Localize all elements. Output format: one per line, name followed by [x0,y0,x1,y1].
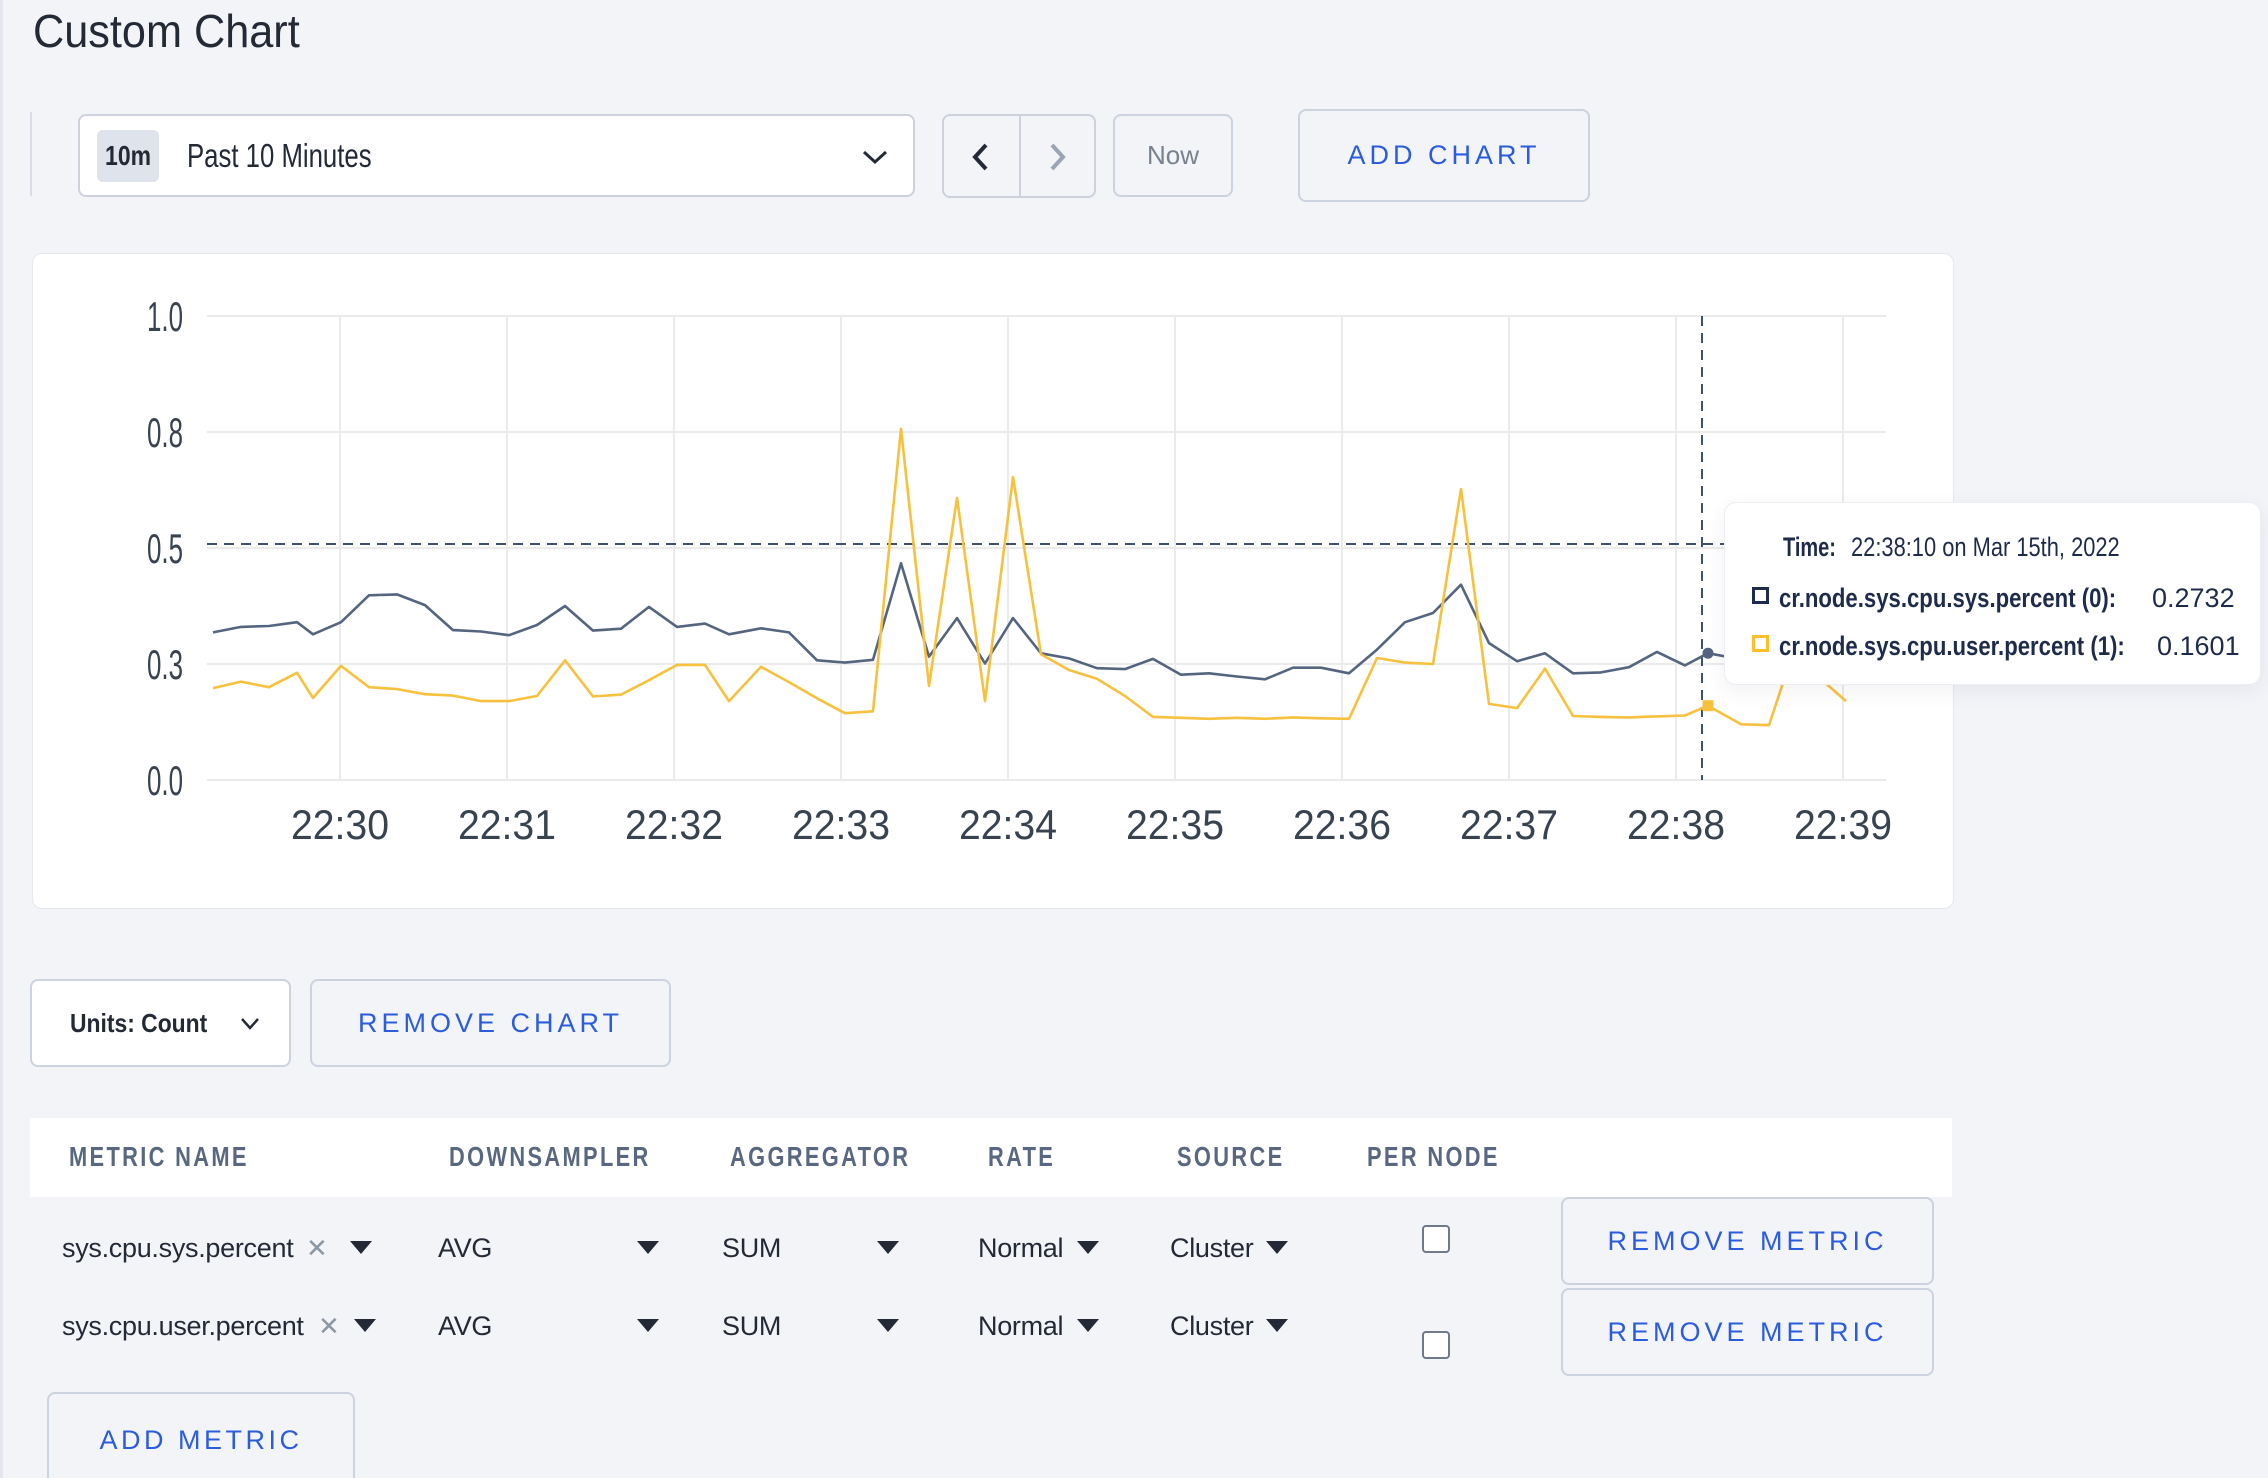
svg-text:22:30: 22:30 [291,801,389,848]
svg-text:1.0: 1.0 [147,293,183,340]
svg-text:22:35: 22:35 [1126,801,1224,848]
svg-text:0.8: 0.8 [147,409,183,456]
svg-text:22:36: 22:36 [1293,801,1391,848]
svg-text:22:38: 22:38 [1627,801,1725,848]
svg-text:22:39: 22:39 [1794,801,1892,848]
svg-text:22:37: 22:37 [1460,801,1558,848]
svg-text:0.3: 0.3 [147,641,183,688]
svg-text:22:31: 22:31 [458,801,556,848]
svg-text:0.0: 0.0 [147,757,183,804]
svg-text:0.5: 0.5 [147,525,183,572]
svg-text:22:32: 22:32 [625,801,723,848]
svg-text:22:34: 22:34 [959,801,1057,848]
svg-text:22:33: 22:33 [792,801,890,848]
